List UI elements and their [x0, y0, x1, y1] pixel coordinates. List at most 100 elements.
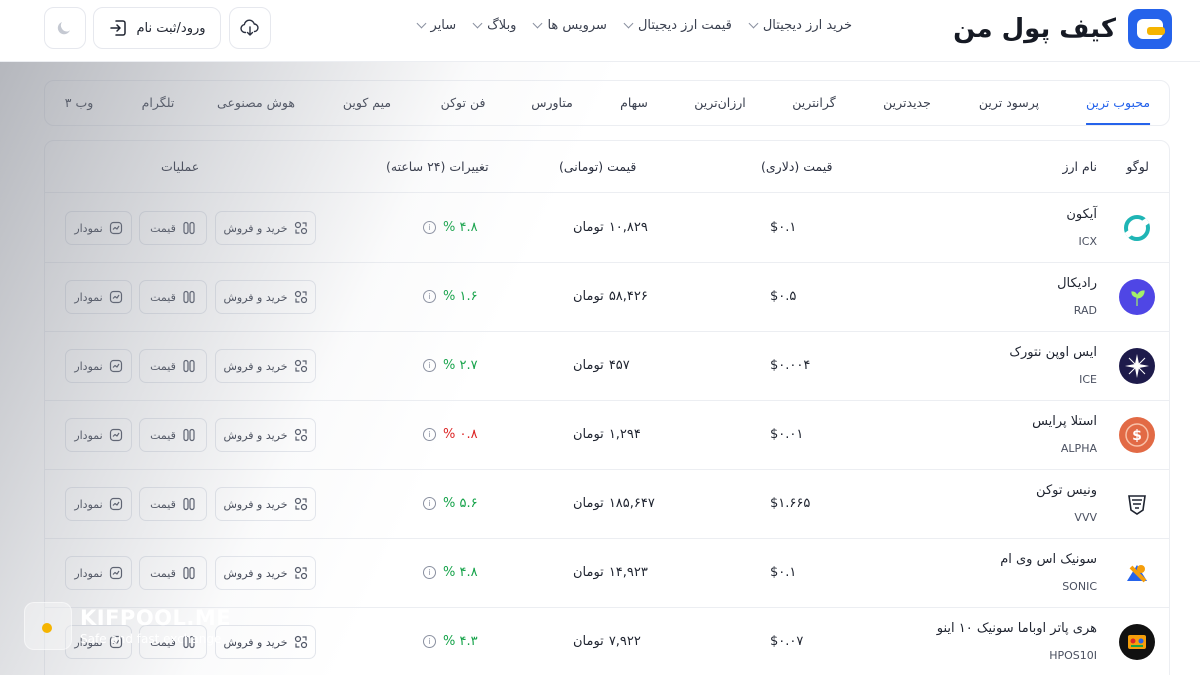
chart-button[interactable]: نمودار: [65, 280, 132, 314]
brand-mark-icon: [1128, 9, 1172, 49]
tab-telegram[interactable]: تلگرام: [142, 81, 175, 125]
chart-label: نمودار: [74, 497, 103, 511]
coin-name: سونیک اس وی ام: [1000, 552, 1097, 567]
nav-blog[interactable]: وبلاگ: [472, 18, 517, 33]
irt-price: ۱,۲۹۴ تومان: [573, 427, 641, 442]
tab-most-expensive[interactable]: گرانترین: [792, 81, 835, 125]
theme-toggle-button[interactable]: [44, 7, 86, 49]
chart-button[interactable]: نمودار: [65, 556, 132, 590]
table-row[interactable]: ایس اوپن نتورک ICE $۰.۰۰۴ ۴۵۷ تومان i % ۲.۷ خری…: [45, 332, 1169, 401]
info-icon[interactable]: i: [423, 290, 436, 303]
info-icon[interactable]: i: [423, 428, 436, 441]
irt-value: ۵۸,۴۲۶: [608, 289, 648, 304]
chart-icon: [109, 497, 122, 511]
info-icon[interactable]: i: [423, 566, 436, 579]
chart-button[interactable]: نمودار: [65, 349, 132, 383]
table-row[interactable]: سونیک اس وی ام SONIC $۰.۱ ۱۴,۹۲۳ تومان i % ۴.۸…: [45, 539, 1169, 608]
info-icon[interactable]: i: [423, 221, 436, 234]
price-icon: [183, 566, 195, 580]
price-icon: [183, 221, 195, 235]
chart-icon: [109, 428, 122, 442]
tab-cheapest[interactable]: ارزان‌ترین: [694, 81, 746, 125]
nav-other[interactable]: سایر: [416, 18, 456, 33]
coin-name: آیکون: [1066, 207, 1097, 222]
cloud-download-icon: [240, 19, 259, 36]
tab-web3[interactable]: وب ۳: [65, 81, 94, 125]
table-row[interactable]: آیکون ICX $۰.۱ ۱۰,۸۲۹ تومان i % ۴.۸ خرید و فروش…: [45, 194, 1169, 263]
irt-value: ۱۸۵,۶۴۷: [608, 496, 655, 511]
price-icon: [183, 497, 195, 511]
coin-symbol: SONIC: [1062, 580, 1097, 593]
change-value: % ۱.۶: [443, 289, 478, 304]
tab-ai[interactable]: هوش مصنوعی: [217, 81, 295, 125]
price-button[interactable]: قیمت: [139, 418, 207, 452]
nav-buy-crypto[interactable]: خرید ارز دیجیتال: [748, 18, 852, 33]
price-label: قیمت: [150, 428, 176, 442]
watermark-subtitle: Safe and fast exchange: [80, 632, 222, 646]
coin-symbol: ALPHA: [1060, 442, 1097, 455]
chart-button[interactable]: نمودار: [65, 487, 132, 521]
trade-label: خرید و فروش: [223, 290, 288, 304]
brand-logo[interactable]: کیف پول من: [953, 9, 1172, 49]
tab-most-popular[interactable]: محبوب ترین: [1085, 81, 1151, 125]
change-24h: i % ۴.۸: [423, 220, 478, 235]
tab-metaverse[interactable]: متاورس: [531, 81, 573, 125]
usd-price: $۰.۰۷: [770, 634, 804, 649]
chart-button[interactable]: نمودار: [65, 418, 132, 452]
info-icon[interactable]: i: [423, 359, 436, 372]
coin-symbol: VVV: [1074, 511, 1097, 524]
table-row[interactable]: $ استلا پرایس ALPHA $۰.۰۱ ۱,۲۹۴ تومان i % ۰.۸ خر…: [45, 401, 1169, 470]
change-value: % ۵.۶: [443, 496, 478, 511]
price-button[interactable]: قیمت: [139, 556, 207, 590]
price-button[interactable]: قیمت: [139, 487, 207, 521]
irt-unit: تومان: [573, 427, 604, 442]
info-icon[interactable]: i: [423, 635, 436, 648]
chevron-down-icon: [416, 18, 426, 29]
exchange-icon: [294, 221, 307, 235]
exchange-icon: [294, 428, 307, 442]
chevron-down-icon: [472, 18, 483, 29]
chart-button[interactable]: نمودار: [65, 211, 132, 245]
login-register-button[interactable]: ورود/ثبت نام: [93, 7, 221, 49]
irt-unit: تومان: [573, 220, 604, 235]
trade-button[interactable]: خرید و فروش: [215, 418, 316, 452]
usd-price: $۰.۰۰۴: [770, 358, 811, 373]
price-label: قیمت: [150, 497, 176, 511]
irt-unit: تومان: [573, 634, 604, 649]
irt-value: ۴۵۷: [608, 358, 630, 373]
coin-symbol: RAD: [1073, 304, 1097, 317]
table-row[interactable]: ونیس توکن VVV $۱.۶۶۵ ۱۸۵,۶۴۷ تومان i % ۵.۶ خرید…: [45, 470, 1169, 539]
tab-meme-coin[interactable]: میم کوین: [343, 81, 391, 125]
nav-services[interactable]: سرویس ها: [533, 18, 607, 33]
trade-button[interactable]: خرید و فروش: [215, 349, 316, 383]
trade-button[interactable]: خرید و فروش: [215, 556, 316, 590]
price-icon: [183, 359, 195, 373]
change-24h: i % ۱.۶: [423, 289, 478, 304]
watermark: KIFPOOL.ME Safe and fast exchange: [24, 602, 231, 650]
nav-label: وبلاگ: [487, 18, 517, 33]
price-button[interactable]: قیمت: [139, 280, 207, 314]
tab-stocks[interactable]: سهام: [620, 81, 648, 125]
trade-button[interactable]: خرید و فروش: [215, 487, 316, 521]
irt-unit: تومان: [573, 358, 604, 373]
change-24h: i % ۲.۷: [423, 358, 478, 373]
login-arrow-icon: [110, 20, 127, 36]
chevron-down-icon: [748, 18, 759, 29]
tab-most-profitable[interactable]: پرسود ترین: [979, 81, 1039, 125]
nav-crypto-prices[interactable]: قیمت ارز دیجیتال: [623, 18, 732, 33]
price-icon: [183, 428, 195, 442]
trade-button[interactable]: خرید و فروش: [215, 280, 316, 314]
price-button[interactable]: قیمت: [139, 211, 207, 245]
coin-name: ونیس توکن: [1036, 483, 1097, 498]
download-app-button[interactable]: [229, 7, 271, 49]
trade-button[interactable]: خرید و فروش: [215, 211, 316, 245]
coin-name: استلا پرایس: [1032, 414, 1097, 429]
table-row[interactable]: رادیکال RAD $۰.۵ ۵۸,۴۲۶ تومان i % ۱.۶ خرید و فر…: [45, 263, 1169, 332]
change-24h: i % ۵.۶: [423, 496, 478, 511]
price-button[interactable]: قیمت: [139, 349, 207, 383]
info-icon[interactable]: i: [423, 497, 436, 510]
tab-newest[interactable]: جدیدترین: [883, 81, 931, 125]
tab-fan-token[interactable]: فن توکن: [441, 81, 486, 125]
irt-value: ۱۰,۸۲۹: [608, 220, 648, 235]
irt-unit: تومان: [573, 496, 604, 511]
